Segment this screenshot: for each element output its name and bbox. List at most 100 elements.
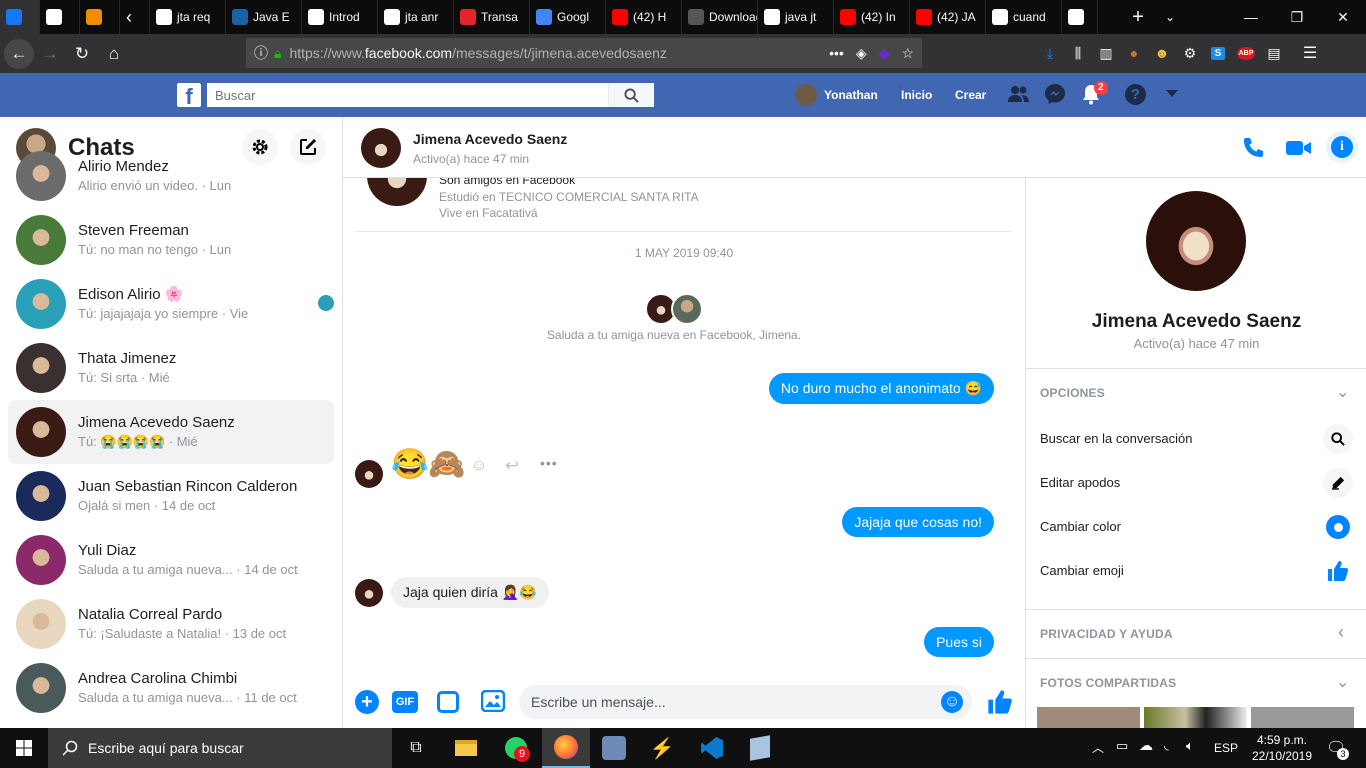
voice-call-icon[interactable] [1241, 136, 1265, 165]
page-actions-icon[interactable]: ••• [829, 45, 844, 61]
browser-tab[interactable]: java jt [758, 0, 834, 34]
forward-button[interactable]: → [34, 38, 66, 70]
conversation-item[interactable]: Steven Freeman Tú: no man no tengo · Lun [8, 208, 334, 272]
taskbar-search-box[interactable]: Escribe aquí para buscar [48, 728, 392, 768]
change-emoji[interactable]: Cambiar emoji [1040, 563, 1124, 578]
conversation-item[interactable]: Yuli Diaz Saluda a tu amiga nueva... · 14… [8, 528, 334, 592]
contact-avatar[interactable] [361, 128, 401, 168]
options-header[interactable]: OPCIONES [1040, 386, 1105, 400]
friend-requests-icon[interactable] [1008, 84, 1030, 109]
shared-photo[interactable] [1144, 707, 1247, 728]
bookmark-star-icon[interactable]: ☆ [901, 45, 914, 62]
react-icon[interactable]: ☺ [471, 457, 487, 475]
reply-icon[interactable]: ↩ [505, 456, 519, 476]
home-link[interactable]: Inicio [900, 84, 932, 106]
facebook-search-input[interactable] [207, 83, 608, 107]
back-button[interactable]: ← [4, 38, 34, 69]
shared-photo[interactable] [1037, 707, 1140, 728]
message-received-1[interactable]: Jaja quien diría 🤦‍♀️😂 [391, 577, 549, 608]
close-window-button[interactable]: ✕ [1320, 0, 1366, 34]
tab-scroll-left-icon[interactable]: ‹ [120, 0, 150, 34]
vscode-icon[interactable] [688, 728, 736, 768]
extension-print-icon[interactable]: ▤ [1260, 39, 1288, 67]
conversation-item[interactable]: Natalia Correal Pardo Tú: ¡Saludaste a Na… [8, 592, 334, 656]
browser-tab[interactable] [40, 0, 80, 34]
options-chevron-down-icon[interactable]: ⌄ [1336, 382, 1349, 402]
browser-tab[interactable]: jta anr [378, 0, 454, 34]
color-icon[interactable] [1323, 512, 1353, 542]
sidebar-toggle-icon[interactable]: ▥ [1092, 39, 1120, 67]
help-icon[interactable]: ? [1125, 84, 1146, 105]
emoji-picker-icon[interactable]: ☺ [941, 691, 963, 713]
reload-button[interactable]: ↻ [66, 38, 98, 70]
emoji-message[interactable]: 😂🙈 [391, 448, 466, 482]
browser-tab[interactable] [1062, 0, 1098, 34]
hamburger-menu-icon[interactable]: ☰ [1296, 39, 1324, 67]
messenger-icon[interactable] [1044, 83, 1066, 110]
restore-button[interactable]: ❐ [1274, 0, 1320, 34]
volume-icon[interactable]: 🔈︎ [1186, 738, 1194, 754]
new-tab-button[interactable]: + [1122, 1, 1154, 33]
search-icon[interactable] [608, 83, 654, 107]
gif-button[interactable]: GIF [392, 691, 418, 713]
browser-tab[interactable]: Transa [454, 0, 530, 34]
conversation-item[interactable]: Thata Jimenez Tú: Si srta · Mié [8, 336, 334, 400]
search-icon[interactable] [1323, 424, 1353, 454]
conversation-item[interactable]: Andrea Carolina Chimbi Saluda a tu amiga … [8, 656, 334, 720]
contact-name[interactable]: Jimena Acevedo Saenz [413, 131, 567, 147]
settings-gear-icon[interactable]: ⚙ [1176, 39, 1204, 67]
conversation-item[interactable]: Jimena Acevedo Saenz Tú: 😭😭😭😭 · Mié [8, 400, 334, 464]
file-explorer-icon[interactable] [442, 728, 490, 768]
start-button[interactable] [0, 728, 48, 768]
extension-icon[interactable]: ◆ [879, 45, 890, 62]
tab-list-dropdown-icon[interactable]: ⌄ [1154, 1, 1186, 33]
virtualbox-icon[interactable] [736, 728, 784, 768]
home-button[interactable]: ⌂ [98, 38, 130, 70]
message-sent-3[interactable]: Pues si [924, 627, 994, 657]
video-call-icon[interactable] [1285, 138, 1313, 163]
account-menu-caret-icon[interactable] [1166, 90, 1178, 97]
conversation-info-button[interactable]: i [1326, 131, 1358, 163]
firefox-icon[interactable] [542, 728, 590, 768]
message-sent-1[interactable]: No duro mucho el anonimato 😅 [768, 373, 994, 404]
profile-link[interactable]: Yonathan [795, 84, 878, 106]
search-in-conversation[interactable]: Buscar en la conversación [1040, 431, 1192, 446]
lightning-app-icon[interactable]: ⚡ [638, 728, 686, 768]
browser-tab[interactable] [0, 0, 40, 34]
browser-tab[interactable]: Googl [530, 0, 606, 34]
onedrive-cloud-icon[interactable]: ☁ [1139, 737, 1153, 754]
wifi-icon[interactable]: ◟ [1164, 738, 1169, 752]
thumbs-up-icon[interactable] [986, 688, 1014, 721]
extension-s-icon[interactable]: S [1204, 39, 1232, 67]
language-indicator[interactable]: ESP [1214, 741, 1238, 755]
url-bar[interactable]: ⓘ 🔒︎ https://www. facebook.com/messages/t… [246, 38, 922, 68]
shared-photos-chevron-down-icon[interactable]: ⌄ [1336, 672, 1349, 692]
change-color[interactable]: Cambiar color [1040, 519, 1121, 534]
conversation-item[interactable]: Juan Sebastian Rincon Calderon Ojalá si m… [8, 464, 334, 528]
dbeaver-icon[interactable] [590, 728, 638, 768]
show-hidden-icons[interactable]: ︿ [1092, 739, 1104, 756]
message-input[interactable]: Escribe un mensaje... [519, 685, 972, 719]
browser-tab[interactable]: (42) In [834, 0, 910, 34]
shared-photos-header[interactable]: FOTOS COMPARTIDAS [1040, 676, 1176, 690]
clock-date[interactable]: 22/10/2019 [1245, 749, 1319, 763]
pocket-icon[interactable]: ◈ [856, 45, 867, 62]
minimize-button[interactable]: — [1228, 0, 1274, 34]
privacy-help-header[interactable]: PRIVACIDAD Y AYUDA [1040, 627, 1173, 641]
clock-time[interactable]: 4:59 p.m. [1250, 733, 1314, 747]
network-icon[interactable]: ▭ [1116, 738, 1128, 754]
profile-photo[interactable] [1146, 191, 1246, 291]
browser-tab[interactable]: jta req [150, 0, 226, 34]
browser-tab[interactable]: (42) JA [910, 0, 986, 34]
privacy-chevron-left-icon[interactable]: ‹ [1338, 622, 1344, 643]
info-icon[interactable]: ⓘ [254, 43, 268, 63]
browser-tab[interactable] [80, 0, 120, 34]
more-actions-icon[interactable]: ••• [540, 455, 558, 471]
extension-bear-icon[interactable]: ● [1120, 39, 1148, 67]
downloads-icon[interactable]: ⤓ [1036, 39, 1064, 67]
browser-tab[interactable]: Download [682, 0, 758, 34]
conversation-item[interactable]: Edison Alirio 🌸 Tú: jajajajaja yo siempre… [8, 272, 334, 336]
photo-icon[interactable] [480, 689, 506, 717]
message-sent-2[interactable]: Jajaja que cosas no! [842, 507, 994, 537]
task-view-icon[interactable]: ⧉ [392, 728, 440, 768]
